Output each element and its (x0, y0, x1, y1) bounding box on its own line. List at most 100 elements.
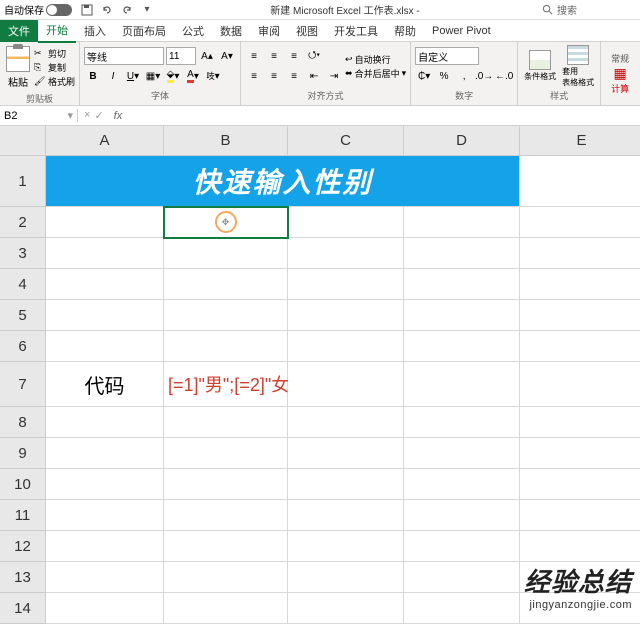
phonetic-button[interactable]: 吱▾ (204, 67, 222, 85)
cell-b9[interactable] (164, 438, 288, 469)
row-header-6[interactable]: 6 (0, 331, 46, 362)
cell-d14[interactable] (404, 593, 520, 624)
cell-e11[interactable] (520, 500, 640, 531)
row-header-11[interactable]: 11 (0, 500, 46, 531)
cell-e5[interactable] (520, 300, 640, 331)
format-painter-button[interactable]: 🖌格式刷 (34, 75, 75, 88)
tab-insert[interactable]: 插入 (76, 20, 114, 42)
cell-d11[interactable] (404, 500, 520, 531)
cell-e9[interactable] (520, 438, 640, 469)
cell-d9[interactable] (404, 438, 520, 469)
row-header-10[interactable]: 10 (0, 469, 46, 500)
cell-d7[interactable] (404, 362, 520, 407)
decrease-font-button[interactable]: A▾ (218, 47, 236, 65)
increase-decimal-button[interactable]: .0→ (475, 67, 493, 85)
tab-home[interactable]: 开始 (38, 19, 76, 43)
cell-a2[interactable] (46, 207, 164, 238)
orientation-button[interactable]: ⭯▾ (305, 47, 323, 65)
merge-center-button[interactable]: ⬌合并后居中▾ (345, 67, 406, 80)
cell-b13[interactable] (164, 562, 288, 593)
cell-d5[interactable] (404, 300, 520, 331)
cell-e8[interactable] (520, 407, 640, 438)
cell-a6[interactable] (46, 331, 164, 362)
column-header-e[interactable]: E (520, 126, 640, 156)
cell-c5[interactable] (288, 300, 404, 331)
cell-e4[interactable] (520, 269, 640, 300)
align-left-button[interactable]: ≡ (245, 67, 263, 85)
tab-file[interactable]: 文件 (0, 20, 38, 42)
tab-view[interactable]: 视图 (288, 20, 326, 42)
cell-c13[interactable] (288, 562, 404, 593)
cell-d10[interactable] (404, 469, 520, 500)
row-header-13[interactable]: 13 (0, 562, 46, 593)
cell-a14[interactable] (46, 593, 164, 624)
cell-b6[interactable] (164, 331, 288, 362)
row-header-1[interactable]: 1 (0, 156, 46, 207)
cell-c11[interactable] (288, 500, 404, 531)
currency-button[interactable]: ₵▾ (415, 67, 433, 85)
cell-b3[interactable] (164, 238, 288, 269)
merged-banner-cell[interactable]: 快速输入性别 (46, 156, 520, 207)
align-bottom-button[interactable]: ≡ (285, 47, 303, 65)
decrease-indent-button[interactable]: ⇤ (305, 67, 323, 85)
cell-d2[interactable] (404, 207, 520, 238)
cell-c7[interactable] (288, 362, 404, 407)
cell-d6[interactable] (404, 331, 520, 362)
border-button[interactable]: ▦▾ (144, 67, 162, 85)
cell-e3[interactable] (520, 238, 640, 269)
cell-b14[interactable] (164, 593, 288, 624)
underline-button[interactable]: U▾ (124, 67, 142, 85)
cell-a12[interactable] (46, 531, 164, 562)
cell-b12[interactable] (164, 531, 288, 562)
italic-button[interactable]: I (104, 67, 122, 85)
tab-powerpivot[interactable]: Power Pivot (424, 22, 499, 40)
cell-e10[interactable] (520, 469, 640, 500)
cell-b4[interactable] (164, 269, 288, 300)
cell-e2[interactable] (520, 207, 640, 238)
cell-c3[interactable] (288, 238, 404, 269)
align-right-button[interactable]: ≡ (285, 67, 303, 85)
toggle-switch[interactable] (46, 4, 72, 16)
row-header-4[interactable]: 4 (0, 269, 46, 300)
column-header-a[interactable]: A (46, 126, 164, 156)
column-header-c[interactable]: C (288, 126, 404, 156)
save-icon[interactable] (80, 3, 94, 17)
font-size-combo[interactable]: 11 (166, 47, 196, 65)
cell-c4[interactable] (288, 269, 404, 300)
cell-c6[interactable] (288, 331, 404, 362)
enter-icon[interactable]: ✓ (94, 109, 103, 122)
cell-c8[interactable] (288, 407, 404, 438)
tab-dev[interactable]: 开发工具 (326, 20, 386, 42)
row-header-3[interactable]: 3 (0, 238, 46, 269)
row-header-2[interactable]: 2 (0, 207, 46, 238)
row-header-8[interactable]: 8 (0, 407, 46, 438)
undo-icon[interactable] (100, 3, 114, 17)
cell-a13[interactable] (46, 562, 164, 593)
cell-b5[interactable] (164, 300, 288, 331)
cell-e12[interactable] (520, 531, 640, 562)
align-center-button[interactable]: ≡ (265, 67, 283, 85)
fx-icon[interactable]: fx (110, 110, 127, 122)
increase-indent-button[interactable]: ⇥ (325, 67, 343, 85)
cell-b11[interactable] (164, 500, 288, 531)
copy-button[interactable]: ⎘复制 (34, 61, 75, 74)
cell-d12[interactable] (404, 531, 520, 562)
cell-b10[interactable] (164, 469, 288, 500)
bold-button[interactable]: B (84, 67, 102, 85)
cell-d8[interactable] (404, 407, 520, 438)
row-header-14[interactable]: 14 (0, 593, 46, 624)
cell-c2[interactable] (288, 207, 404, 238)
cell-a11[interactable] (46, 500, 164, 531)
qat-dropdown-icon[interactable]: ▾ (140, 3, 154, 17)
redo-icon[interactable] (120, 3, 134, 17)
conditional-format-button[interactable]: 条件格式 (522, 50, 558, 82)
column-header-d[interactable]: D (404, 126, 520, 156)
cell-d4[interactable] (404, 269, 520, 300)
name-box[interactable]: B2 ▾ (0, 109, 78, 122)
increase-font-button[interactable]: A▴ (198, 47, 216, 65)
cell-b7[interactable]: [=1]"男";[=2]"女" (164, 362, 288, 407)
align-top-button[interactable]: ≡ (245, 47, 263, 65)
cancel-icon[interactable]: × (84, 109, 90, 122)
cell-d13[interactable] (404, 562, 520, 593)
cell-a3[interactable] (46, 238, 164, 269)
